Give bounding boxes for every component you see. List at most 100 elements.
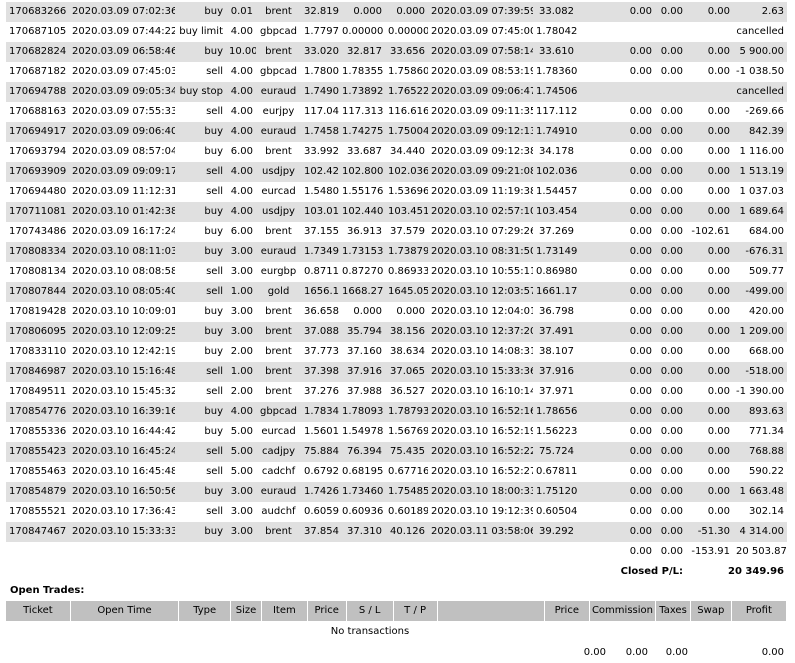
ticket-cell: 170819428 [6, 302, 69, 322]
trade-row: 170846987 2020.03.10 15:16:48 sell 1.00 bren… [6, 362, 787, 382]
close-price-cell: 0.60504 [533, 502, 577, 522]
col-header-taxes[interactable]: Taxes [655, 601, 691, 621]
close-price-cell: 1.78656 [533, 402, 577, 422]
type-cell: buy [175, 322, 226, 342]
ticket-cell: 170806095 [6, 322, 69, 342]
stop-loss-cell: 35.794 [339, 322, 385, 342]
ticket-cell: 170682824 [6, 42, 69, 62]
profit-cell: -676.31 [733, 242, 787, 262]
item-cell: eurcad [256, 422, 301, 442]
close-time-cell: 2020.03.09 09:12:13 [428, 122, 533, 142]
type-cell: sell [175, 162, 226, 182]
item-cell: brent [256, 322, 301, 342]
ticket-cell: 170687182 [6, 62, 69, 82]
take-profit-cell: 1.53696 [385, 182, 428, 202]
open-trades-title: Open Trades: [10, 585, 85, 596]
closed-trades-body: 170683266 2020.03.09 07:02:36 buy 0.01 brent… [6, 2, 787, 542]
trade-row: 170819428 2020.03.10 10:09:01 buy 3.00 brent… [6, 302, 787, 322]
size-cell: 4.00 [226, 402, 256, 422]
taxes-cell [655, 22, 686, 42]
open-time-cell: 2020.03.10 16:45:24 [69, 442, 175, 462]
ticket-cell: 170808334 [6, 242, 69, 262]
open-time-cell: 2020.03.09 06:58:46 [69, 42, 175, 62]
swap-cell: -102.61 [686, 222, 733, 242]
col-header-price[interactable]: Price [307, 601, 347, 621]
trade-row: 170807844 2020.03.10 08:05:40 sell 1.00 gold… [6, 282, 787, 302]
close-time-cell: 2020.03.09 08:53:19 [428, 62, 533, 82]
open-time-cell: 2020.03.10 08:08:58 [69, 262, 175, 282]
item-cell: eurjpy [256, 102, 301, 122]
swap-cell: 0.00 [686, 362, 733, 382]
take-profit-cell: 0.000 [385, 302, 428, 322]
profit-cell: cancelled [733, 82, 787, 102]
taxes-cell: 0.00 [655, 142, 686, 162]
ticket-cell: 170833110 [6, 342, 69, 362]
open-time-cell: 2020.03.10 08:11:03 [69, 242, 175, 262]
size-cell: 4.00 [226, 62, 256, 82]
stop-loss-cell: 102.440 [339, 202, 385, 222]
profit-cell: 2.63 [733, 2, 787, 22]
col-header-close-price[interactable]: Price [544, 601, 590, 621]
col-header-open-time[interactable]: Open Time [70, 601, 180, 621]
taxes-cell: 0.00 [655, 482, 686, 502]
price-cell: 1.74264 [301, 482, 339, 502]
swap-cell: 0.00 [686, 2, 733, 22]
stop-loss-cell: 32.817 [339, 42, 385, 62]
col-header-item[interactable]: Item [261, 601, 308, 621]
close-time-cell: 2020.03.10 12:03:57 [428, 282, 533, 302]
col-header-ticket[interactable]: Ticket [6, 601, 71, 621]
close-time-cell: 2020.03.10 14:08:31 [428, 342, 533, 362]
commission-cell: 0.00 [577, 322, 655, 342]
close-time-cell: 2020.03.10 16:52:27 [428, 462, 533, 482]
trade-row: 170711081 2020.03.10 01:42:38 buy 4.00 usdjp… [6, 202, 787, 222]
open-time-cell: 2020.03.10 16:45:48 [69, 462, 175, 482]
trade-row: 170683266 2020.03.09 07:02:36 buy 0.01 brent… [6, 2, 787, 22]
ticket-cell: 170855521 [6, 502, 69, 522]
size-cell: 4.00 [226, 202, 256, 222]
profit-cell: 684.00 [733, 222, 787, 242]
commission-cell: 0.00 [577, 42, 655, 62]
stop-loss-cell: 0.60936 [339, 502, 385, 522]
trade-row: 170855336 2020.03.10 16:44:42 buy 5.00 eurca… [6, 422, 787, 442]
col-header-sl[interactable]: S / L [346, 601, 394, 621]
close-price-cell: 1.75120 [533, 482, 577, 502]
commission-cell: 0.00 [577, 162, 655, 182]
trade-row: 170806095 2020.03.10 12:09:25 buy 3.00 brent… [6, 322, 787, 342]
item-cell: brent [256, 42, 301, 62]
col-header-tp[interactable]: T / P [393, 601, 438, 621]
taxes-cell: 0.00 [655, 442, 686, 462]
commission-cell: 0.00 [577, 102, 655, 122]
item-cell: brent [256, 382, 301, 402]
commission-cell: 0.00 [577, 62, 655, 82]
taxes-cell: 0.00 [655, 162, 686, 182]
type-cell: sell [175, 362, 226, 382]
profit-cell: 302.14 [733, 502, 787, 522]
trade-row: 170833110 2020.03.10 12:42:19 buy 2.00 brent… [6, 342, 787, 362]
ticket-cell: 170687105 [6, 22, 69, 42]
col-header-commission[interactable]: Commission [589, 601, 657, 621]
size-cell: 4.00 [226, 162, 256, 182]
ticket-cell: 170846987 [6, 362, 69, 382]
ticket-cell: 170847467 [6, 522, 69, 542]
col-header-size[interactable]: Size [230, 601, 262, 621]
swap-cell: 0.00 [686, 262, 733, 282]
type-cell: buy [175, 142, 226, 162]
col-header-type[interactable]: Type [178, 601, 232, 621]
stop-loss-cell: 1.73153 [339, 242, 385, 262]
commission-cell [577, 82, 655, 102]
total-swap: -153.91 [686, 542, 733, 562]
close-price-cell: 1661.17 [533, 282, 577, 302]
total-commission: 0.00 [577, 542, 655, 562]
col-header-profit[interactable]: Profit [731, 601, 788, 621]
item-cell: brent [256, 362, 301, 382]
taxes-cell: 0.00 [655, 202, 686, 222]
size-cell: 1.00 [226, 362, 256, 382]
commission-cell: 0.00 [577, 282, 655, 302]
open-time-cell: 2020.03.09 11:12:31 [69, 182, 175, 202]
item-cell: gbpcad [256, 62, 301, 82]
swap-cell: 0.00 [686, 422, 733, 442]
col-header-swap[interactable]: Swap [690, 601, 732, 621]
col-header-blank [437, 601, 545, 621]
swap-cell [686, 82, 733, 102]
profit-cell: 509.77 [733, 262, 787, 282]
